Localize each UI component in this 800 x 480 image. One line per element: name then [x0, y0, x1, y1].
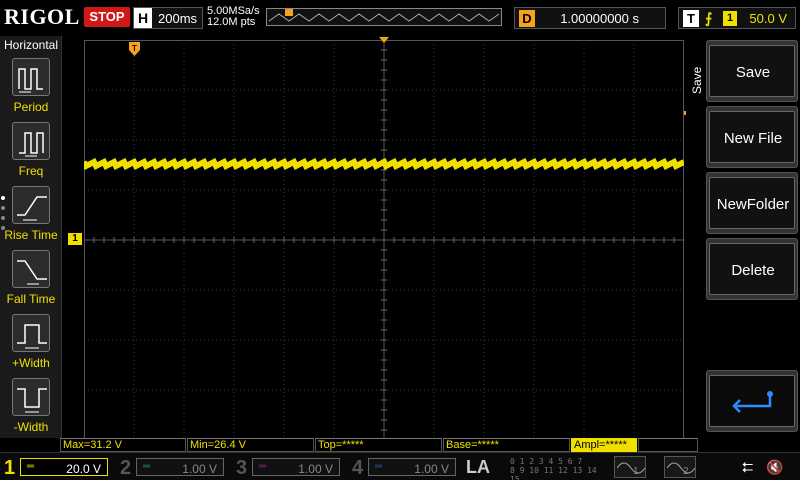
logic-analyzer-label[interactable]: LA	[466, 457, 490, 478]
save-button[interactable]: Save	[706, 40, 798, 102]
horizontal-timebase[interactable]: H 200ms	[133, 7, 203, 29]
channel-4-number: 4	[352, 457, 364, 479]
measurement-bar: Max=31.2 V Min=26.4 V Top=***** Base=***…	[0, 438, 800, 452]
acquisition-info: 5.00MSa/s 12.0M pts	[207, 6, 260, 28]
menu-title: Save	[690, 66, 704, 94]
channel-3-scale: 1.00 V	[298, 462, 333, 476]
measure-positive-width-label: +Width	[12, 356, 50, 370]
measurement-max[interactable]: Max=31.2 V	[60, 438, 186, 452]
generator-1[interactable]: 1	[614, 456, 646, 478]
measurement-min[interactable]: Min=26.4 V	[187, 438, 314, 452]
channel-1[interactable]: 1 ═ 20.0 V	[0, 455, 112, 479]
return-arrow-icon	[732, 391, 773, 413]
trigger-source: 1	[723, 11, 737, 26]
new-file-button[interactable]: New File	[706, 106, 798, 168]
measure-positive-width[interactable]: +Width	[0, 312, 62, 376]
sine-wave-icon	[617, 462, 645, 474]
channel-3-number: 3	[236, 457, 248, 479]
usb-icon: ⮄	[742, 459, 754, 475]
measure-period[interactable]: Period	[0, 56, 62, 120]
channel-1-number: 1	[4, 457, 16, 479]
channel-3[interactable]: 3 ═ 1.00 V	[232, 455, 344, 479]
rising-edge-icon: ⨍	[705, 10, 713, 26]
new-folder-button-label: NewFolder	[716, 196, 790, 213]
generator-2[interactable]: 2	[664, 456, 696, 478]
measure-rise-time-label: Rise Time	[4, 228, 58, 242]
delay-label: D	[519, 10, 535, 27]
memory-waveform-icon	[268, 9, 500, 22]
dc-coupling-icon: ═	[143, 461, 151, 472]
logic-analyzer-channels: 0 1 2 3 4 5 6 7 8 9 10 11 12 13 14 15	[510, 457, 600, 480]
measurement-base[interactable]: Base=*****	[443, 438, 570, 452]
channel-bar: 1 ═ 20.0 V 2 ═ 1.00 V 3 ═ 1.00 V 4 ═ 1.0…	[0, 452, 800, 480]
ch1-trace	[84, 157, 684, 171]
return-button[interactable]	[706, 370, 798, 432]
generator-1-number: 1	[633, 466, 639, 477]
horizontal-delay[interactable]: D 1.00000000 s	[514, 7, 666, 29]
center-marker-icon	[379, 37, 389, 43]
dc-coupling-icon: ═	[259, 461, 267, 472]
measure-negative-width-label: -Width	[13, 420, 49, 434]
channel-2-settings: ═ 1.00 V	[136, 458, 224, 476]
horizontal-label: H	[134, 8, 152, 28]
measure-frequency[interactable]: Freq	[0, 120, 62, 184]
measure-menu: Horizontal Period Freq Rise Time Fall Ti…	[0, 36, 62, 452]
measure-category-title: Horizontal	[3, 38, 59, 52]
measure-period-label: Period	[13, 100, 49, 114]
trigger-status[interactable]: T ⨍ 1 50.0 V	[678, 7, 796, 29]
channel-4-scale: 1.00 V	[414, 462, 449, 476]
channel-4-settings: ═ 1.00 V	[368, 458, 456, 476]
delete-button[interactable]: Delete	[706, 238, 798, 300]
channel-3-settings: ═ 1.00 V	[252, 458, 340, 476]
la-digits-row-2: 8 9 10 11 12 13 14 15	[510, 466, 597, 480]
top-status-bar: RIGOL STOP H 200ms 5.00MSa/s 12.0M pts D…	[0, 0, 800, 36]
trigger-label: T	[683, 10, 699, 27]
trigger-position-icon: T	[129, 42, 140, 56]
channel-1-scale: 20.0 V	[66, 462, 101, 476]
generator-2-number: 2	[683, 466, 689, 477]
memory-depth: 12.0M pts	[207, 16, 256, 28]
measure-frequency-label: Freq	[18, 164, 44, 178]
delete-button-label: Delete	[731, 262, 775, 279]
measure-negative-width[interactable]: -Width	[0, 376, 62, 440]
measure-fall-time[interactable]: Fall Time	[0, 248, 62, 312]
graticule	[84, 40, 684, 440]
trigger-level: 50.0 V	[749, 11, 787, 26]
memory-overview-strip	[266, 8, 502, 26]
save-menu: Save Save New File NewFolder Delete	[686, 36, 800, 452]
dc-coupling-icon: ═	[375, 461, 383, 472]
timebase-value: 200ms	[158, 11, 198, 26]
measurement-top[interactable]: Top=*****	[315, 438, 442, 452]
new-folder-button[interactable]: NewFolder	[706, 172, 798, 234]
svg-text:T: T	[132, 44, 137, 53]
ch1-offset-marker[interactable]: 1	[68, 233, 82, 245]
speaker-mute-icon[interactable]: 🔇	[766, 459, 783, 476]
delay-value: 1.00000000 s	[560, 11, 639, 26]
period-icon	[12, 58, 50, 96]
new-file-button-label: New File	[723, 130, 783, 147]
dc-coupling-icon: ═	[27, 461, 35, 472]
measure-fall-time-label: Fall Time	[6, 292, 56, 306]
channel-2-scale: 1.00 V	[182, 462, 217, 476]
brand-logo: RIGOL	[4, 4, 80, 29]
frequency-icon	[12, 122, 50, 160]
run-stop-indicator[interactable]: STOP	[84, 7, 130, 27]
measurement-empty	[638, 438, 698, 452]
positive-width-icon	[12, 314, 50, 352]
measurement-ampl[interactable]: Ampl=*****	[571, 438, 637, 452]
channel-2-number: 2	[120, 457, 132, 479]
fall-time-icon	[12, 250, 50, 288]
waveform-display[interactable]	[84, 40, 684, 440]
rise-time-icon	[12, 186, 50, 224]
measure-rise-time[interactable]: Rise Time	[0, 184, 62, 248]
save-button-label: Save	[735, 64, 771, 81]
channel-2[interactable]: 2 ═ 1.00 V	[116, 455, 228, 479]
sine-wave-icon	[667, 462, 695, 474]
la-digits-row-1: 0 1 2 3 4 5 6 7	[510, 457, 583, 466]
channel-4[interactable]: 4 ═ 1.00 V	[348, 455, 460, 479]
channel-1-settings: ═ 20.0 V	[20, 458, 108, 476]
negative-width-icon	[12, 378, 50, 416]
